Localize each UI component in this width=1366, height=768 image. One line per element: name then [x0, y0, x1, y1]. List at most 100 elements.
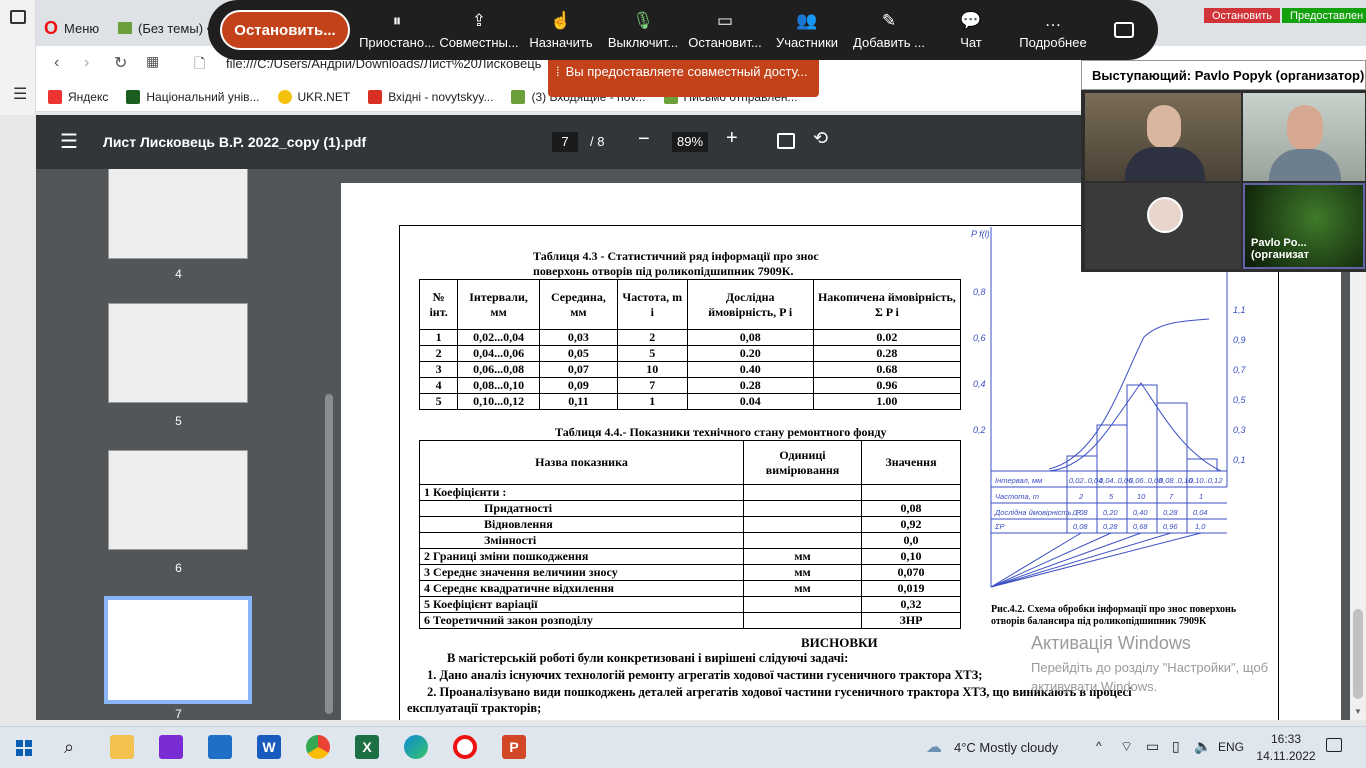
windows-taskbar: ⌕ W X P ☁ 4°C Mostly cloudy ^ ⌔ ▭ ▯ 🔈 EN… — [0, 726, 1366, 768]
more-button[interactable]: … Подробнее — [1012, 11, 1094, 50]
stop-sharing-button[interactable]: Остановить... — [220, 10, 350, 50]
figure-caption: отворів балансира під роликопідшипник 79… — [991, 616, 1207, 627]
university-icon — [126, 89, 141, 104]
hamburger-menu-icon[interactable]: ☰ — [60, 129, 78, 154]
fit-page-icon[interactable] — [777, 133, 795, 149]
table-row: 6 Теоретичний закон розподілу ЗНР — [419, 612, 961, 629]
weather-text[interactable]: 4°C Mostly cloudy — [954, 740, 1058, 755]
language-indicator[interactable]: ENG — [1218, 740, 1244, 754]
search-icon[interactable]: ⌕ — [64, 737, 74, 758]
battery-icon[interactable]: ▯ — [1172, 738, 1180, 755]
bookmark-item[interactable]: Національний унів... — [126, 89, 260, 104]
start-icon[interactable] — [16, 740, 32, 756]
svg-text:Інтервал, мм: Інтервал, мм — [995, 476, 1042, 485]
pause-icon: ⏸ — [392, 10, 402, 30]
svg-text:0,28: 0,28 — [1103, 522, 1118, 531]
mute-button[interactable]: 🎙 Выключит... — [602, 11, 684, 50]
yandex-icon — [48, 89, 62, 104]
page-thumbnail[interactable] — [108, 169, 248, 259]
conclusions-intro: В магістерській роботі були конкретизова… — [447, 651, 849, 665]
svg-text:0,04: 0,04 — [1193, 508, 1208, 517]
avatar — [1147, 197, 1183, 233]
wifi-icon[interactable]: ⌔ — [1120, 738, 1133, 756]
word-icon[interactable]: W — [257, 735, 281, 759]
captions-icon[interactable] — [1114, 22, 1134, 38]
svg-text:0,4: 0,4 — [973, 379, 986, 389]
volume-icon[interactable]: 🔈 — [1194, 738, 1211, 755]
svg-text:0,8: 0,8 — [973, 287, 986, 297]
thumbnail-label: 6 — [175, 561, 182, 575]
page-number-input[interactable]: 7 — [552, 132, 578, 152]
zoom-out-icon[interactable]: − — [638, 128, 650, 151]
opera-menu-button[interactable]: O Меню — [44, 10, 99, 46]
table-row: Змінності 0,0 — [419, 532, 961, 549]
video-tile[interactable] — [1085, 183, 1241, 269]
back-icon[interactable]: ‹ — [54, 54, 59, 72]
page-thumbnail[interactable] — [108, 303, 248, 403]
table-row: 5 0,10...0,12 0,11 1 0.04 1.00 — [418, 393, 962, 410]
chat-button[interactable]: 💬 Чат — [930, 11, 1012, 50]
rotate-icon[interactable]: ⟲ — [813, 128, 828, 149]
mail-app-icon[interactable] — [208, 735, 232, 759]
sidebar-toggle-icon[interactable] — [10, 10, 26, 24]
page-thumbnail[interactable] — [108, 450, 248, 550]
save-app-icon[interactable] — [159, 735, 183, 759]
svg-text:0,7: 0,7 — [1233, 365, 1247, 375]
browser-tab[interactable]: (Без темы) • — [118, 10, 211, 46]
annotate-button[interactable]: ✎ Добавить ... — [848, 11, 930, 50]
clock-time[interactable]: 16:33 — [1266, 732, 1306, 746]
mini-stop-button[interactable]: Остановить — [1204, 8, 1281, 23]
table-row: 2 0,04...0,06 0,05 5 0.20 0.28 — [418, 345, 962, 362]
powerpoint-icon[interactable]: P — [502, 735, 526, 759]
share-button[interactable]: ⇪ Совместны... — [438, 11, 520, 50]
video-tile-presenter[interactable]: Pavlo Po... (организат — [1243, 183, 1365, 269]
opera-icon[interactable] — [453, 735, 477, 759]
teams-video-panel: Выступающий: Pavlo Popyk (организатор) P… — [1081, 60, 1366, 272]
table-header: Частота, m i — [616, 279, 688, 330]
drag-handle-icon[interactable]: ⁞ — [556, 64, 560, 79]
mini-share-button[interactable]: Предоставлен — [1282, 8, 1366, 23]
edge-icon[interactable] — [404, 735, 428, 759]
mail-tab-icon — [118, 22, 132, 34]
network-icon[interactable]: ▭ — [1146, 738, 1159, 755]
list-icon[interactable]: ☰ — [13, 84, 27, 104]
tabs-grid-icon[interactable]: ▦ — [146, 53, 159, 70]
bookmark-item[interactable]: UKR.NET — [277, 89, 350, 104]
participants-button[interactable]: 👥 Участники — [766, 11, 848, 50]
thumbnail-scrollbar[interactable] — [321, 169, 337, 720]
svg-text:0,5: 0,5 — [1233, 395, 1247, 405]
forward-icon[interactable]: › — [84, 54, 89, 72]
sharing-banner[interactable]: ⁞ Вы предоставляете совместный досту... — [548, 60, 819, 97]
scroll-down-icon[interactable]: ▼ — [1354, 707, 1362, 716]
file-explorer-icon[interactable] — [110, 735, 134, 759]
svg-text:0,10..0,12: 0,10..0,12 — [1189, 476, 1223, 485]
zoom-input[interactable]: 89% — [672, 132, 708, 152]
scrollbar-thumb[interactable] — [325, 394, 333, 714]
bookmark-item[interactable]: Яндекс — [48, 89, 108, 104]
zoom-in-icon[interactable]: + — [726, 127, 738, 150]
speaker-name: Pavlo Popyk (организатор) — [1194, 67, 1365, 83]
participant-face — [1287, 105, 1323, 151]
reload-icon[interactable]: ↻ — [114, 53, 127, 73]
pause-button[interactable]: ⏸ Приостано... — [356, 11, 438, 50]
camera-icon: ▭ — [716, 10, 734, 30]
participants-icon: 👥 — [796, 10, 818, 30]
svg-text:Частота, m: Частота, m — [995, 492, 1039, 501]
notifications-icon[interactable] — [1326, 738, 1342, 752]
chevron-up-icon[interactable]: ^ — [1096, 739, 1102, 753]
video-tile[interactable] — [1085, 93, 1241, 181]
microphone-icon: 🎙 — [632, 10, 654, 30]
assign-button[interactable]: ☝ Назначить — [520, 11, 602, 50]
svg-text:ΣP: ΣP — [994, 522, 1005, 531]
page-thumbnail-selected[interactable] — [104, 596, 252, 704]
clock-date[interactable]: 14.11.2022 — [1256, 749, 1316, 763]
excel-icon[interactable]: X — [355, 735, 379, 759]
scrollbar-thumb[interactable] — [1353, 609, 1363, 699]
video-tile[interactable] — [1243, 93, 1365, 181]
chrome-icon[interactable] — [306, 735, 330, 759]
bookmark-item[interactable]: Вхідні - novytskyy... — [368, 89, 493, 104]
camera-button[interactable]: ▭ Остановит... — [684, 11, 766, 50]
annotate-icon: ✎ — [881, 10, 897, 30]
table-4-3: № інт. Інтервали, мм Середина, мм Частот… — [418, 279, 962, 410]
thumbnail-label: 4 — [175, 267, 182, 281]
